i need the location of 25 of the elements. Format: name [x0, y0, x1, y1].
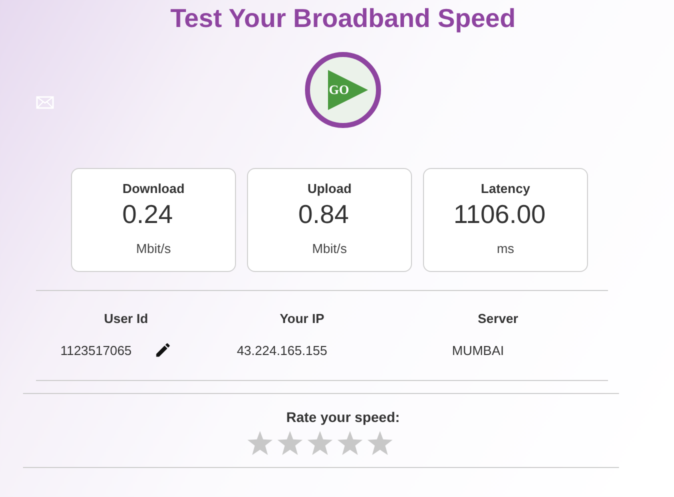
star-icon[interactable]: [367, 431, 393, 455]
metric-unit: ms: [496, 240, 514, 258]
info-label: Your IP: [280, 310, 324, 328]
star-icon[interactable]: [307, 431, 333, 455]
info-value: MUMBAI: [452, 342, 504, 360]
page-title: Test Your Broadband Speed: [170, 2, 516, 34]
star-icon[interactable]: [277, 431, 303, 455]
go-button[interactable]: GO: [305, 52, 381, 128]
metric-value: 0.24: [122, 198, 173, 228]
metric-label: Download: [122, 180, 185, 198]
edit-icon[interactable]: [154, 341, 172, 360]
metric-value: 1106.00: [453, 198, 546, 228]
envelope-icon: [36, 96, 54, 109]
metric-label: Latency: [480, 180, 530, 198]
rate-label: Rate your speed:: [286, 408, 400, 427]
info-label: Server: [478, 310, 518, 328]
star-icon[interactable]: [247, 431, 273, 455]
info-label: User Id: [104, 310, 148, 328]
info-value: 1123517065: [60, 342, 132, 360]
metric-label: Upload: [307, 180, 352, 198]
metric-value: 0.84: [298, 198, 349, 228]
metric-unit: Mbit/s: [312, 240, 347, 258]
metric-unit: Mbit/s: [136, 240, 171, 258]
star-icon[interactable]: [337, 431, 363, 455]
info-value: 43.224.165.155: [236, 342, 328, 360]
